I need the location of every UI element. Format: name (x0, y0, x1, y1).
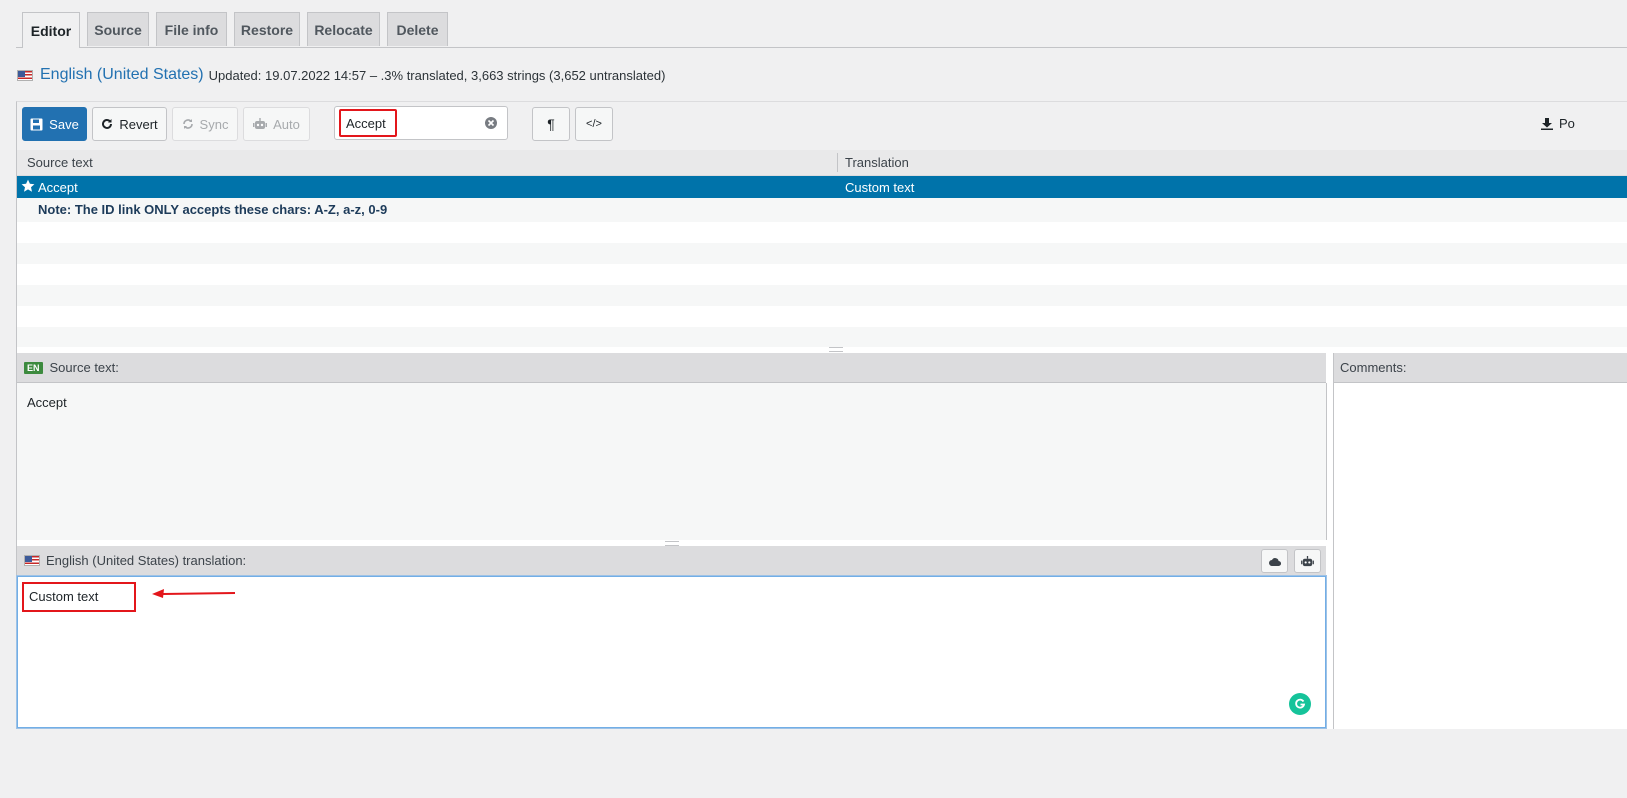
sync-label: Sync (199, 116, 229, 132)
comments-pane-header: Comments: (1333, 353, 1627, 383)
tab-source[interactable]: Source (87, 12, 149, 46)
language-link[interactable]: English (United States) (40, 66, 204, 84)
tab-file-info[interactable]: File info (156, 12, 227, 46)
tab-relocate[interactable]: Relocate (307, 12, 380, 46)
editor-panel: Save Revert Sync Auto Accept ¶ </> Po So… (16, 101, 1627, 729)
source-pane-header: EN Source text: (17, 353, 1326, 383)
editor-tabs: Editor Source File info Restore Relocate… (16, 12, 1627, 48)
table-row (17, 222, 1627, 243)
tab-restore[interactable]: Restore (234, 12, 300, 46)
translation-pane-title: English (United States) translation: (46, 553, 247, 568)
cloud-translate-button[interactable] (1261, 549, 1288, 573)
code-view-button[interactable]: </> (575, 107, 613, 141)
grammarly-icon[interactable] (1289, 693, 1311, 715)
row-translation-text: Custom text (845, 180, 915, 195)
comments-textarea[interactable] (1333, 383, 1627, 729)
table-row (17, 243, 1627, 264)
sync-button[interactable]: Sync (172, 107, 238, 141)
save-icon (30, 118, 43, 130)
clear-search-icon[interactable] (484, 116, 498, 130)
source-text-value: Accept (27, 395, 67, 410)
table-row (17, 264, 1627, 285)
robot-icon (1301, 555, 1314, 566)
grid-resize-handle[interactable] (829, 347, 843, 352)
source-text-pane: Accept (17, 383, 1327, 540)
grid-header: Source text Translation (17, 150, 1627, 176)
row-source-text: Accept (38, 180, 78, 195)
revert-label: Revert (119, 116, 158, 132)
note-text: Note: The ID link ONLY accepts these cha… (38, 202, 388, 217)
save-label: Save (49, 116, 79, 132)
download-icon (1541, 117, 1553, 130)
en-badge: EN (24, 361, 43, 374)
translation-pane-header: English (United States) translation: (17, 546, 1326, 576)
table-row (17, 327, 1627, 347)
star-icon (21, 179, 35, 192)
auto-translate-button[interactable] (1294, 549, 1321, 573)
tab-delete[interactable]: Delete (387, 12, 448, 46)
source-pane-title: Source text: (49, 360, 119, 375)
us-flag-icon (17, 69, 33, 81)
column-divider[interactable] (837, 153, 838, 172)
us-flag-icon (24, 555, 40, 566)
download-button[interactable]: Po (1541, 116, 1575, 131)
pilcrow-icon: ¶ (547, 116, 555, 132)
table-row (17, 306, 1627, 327)
auto-label: Auto (273, 116, 300, 132)
toolbar: Save Revert Sync Auto Accept ¶ </> Po (17, 102, 1627, 150)
translation-column-header[interactable]: Translation (845, 155, 909, 170)
table-row-selected[interactable]: Accept Custom text (17, 176, 1627, 198)
translation-value: Custom text (22, 582, 136, 612)
code-icon: </> (586, 118, 602, 130)
filter-box: Accept (334, 106, 508, 140)
invisibles-toggle-button[interactable]: ¶ (532, 107, 570, 141)
file-meta: Updated: 19.07.2022 14:57 – .3% translat… (208, 67, 666, 83)
robot-icon (253, 118, 268, 129)
locale-header: English (United States) Updated: 19.07.2… (17, 64, 665, 86)
sync-icon (182, 119, 193, 129)
tab-editor[interactable]: Editor (22, 12, 80, 48)
save-button[interactable]: Save (22, 107, 87, 141)
cloud-icon (1268, 557, 1281, 566)
comments-title: Comments: (1340, 360, 1407, 375)
annotation-arrow-icon (152, 589, 236, 598)
revert-button[interactable]: Revert (92, 107, 167, 141)
filter-input[interactable]: Accept (339, 109, 397, 137)
auto-button[interactable]: Auto (243, 107, 310, 141)
revert-icon (102, 118, 113, 129)
row-note: Note: The ID link ONLY accepts these cha… (17, 198, 1627, 222)
table-row (17, 285, 1627, 306)
source-column-header[interactable]: Source text (27, 155, 93, 170)
download-label: Po (1559, 116, 1575, 131)
